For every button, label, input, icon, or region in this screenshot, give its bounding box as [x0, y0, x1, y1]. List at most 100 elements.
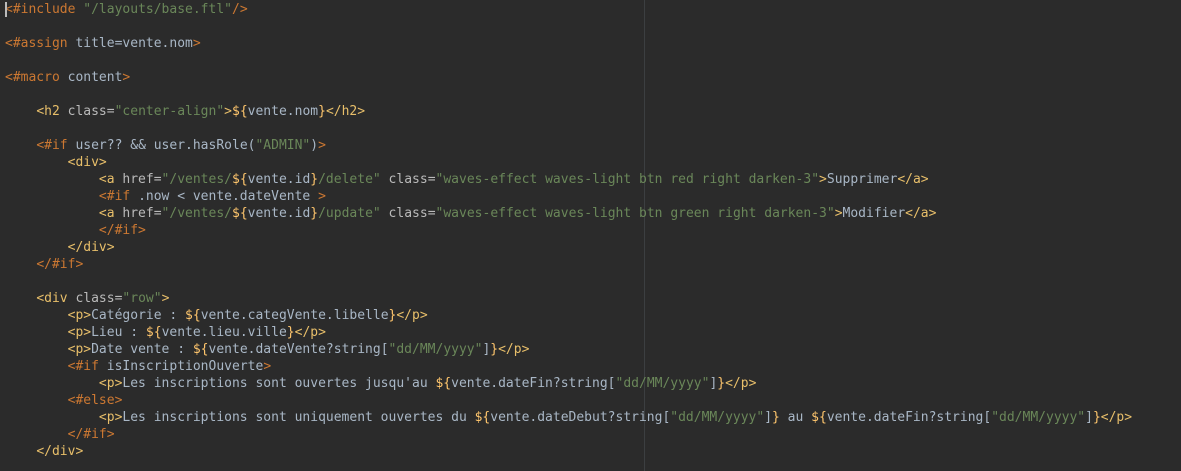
code-line[interactable]: </#if> — [5, 426, 1132, 443]
code-line[interactable]: <#else> — [5, 392, 1132, 409]
text-caret — [5, 2, 7, 17]
code-token: "dd/MM/yyyy" — [388, 342, 483, 357]
code-line[interactable] — [5, 273, 1132, 290]
code-token: ${ — [811, 410, 827, 425]
code-token: "dd/MM/yyyy" — [991, 410, 1086, 425]
code-token: > — [834, 206, 843, 221]
code-line[interactable]: <h2 class="center-align">${vente.nom}</h… — [5, 103, 1132, 120]
code-line[interactable]: <p>Date vente : ${vente.dateVente?string… — [5, 341, 1132, 358]
code-line[interactable]: <#macro content> — [5, 69, 1132, 86]
code-token: > — [122, 70, 131, 85]
code-line[interactable]: <p>Catégorie : ${vente.categVente.libell… — [5, 307, 1132, 324]
code-line[interactable]: <a href="/ventes/${vente.id}/update" cla… — [5, 205, 1132, 222]
code-token: class= — [380, 206, 436, 221]
code-token: ${ — [232, 104, 248, 119]
code-token: ] — [1085, 410, 1093, 425]
code-token: href= — [122, 172, 162, 187]
code-token: } — [772, 410, 780, 425]
code-token: Lieu : — [91, 325, 146, 340]
code-token: > — [318, 189, 326, 204]
code-token: </div> — [67, 240, 115, 255]
code-line[interactable]: </div> — [5, 239, 1132, 256]
code-token: title=vente.nom — [75, 36, 193, 51]
code-token: Modifier — [842, 206, 906, 221]
code-token: vente.nom — [247, 104, 319, 119]
code-token: <#include — [5, 2, 84, 17]
code-token: <p> — [67, 342, 92, 357]
code-token: } — [310, 206, 319, 221]
code-token: <#macro — [5, 70, 68, 85]
code-token: href= — [122, 206, 162, 221]
code-token: ) — [310, 138, 319, 153]
code-line[interactable]: <#if .now < vente.dateVente > — [5, 188, 1132, 205]
code-token: content — [67, 70, 123, 85]
code-token: Supprimer — [826, 172, 898, 187]
code-token: class= — [67, 104, 115, 119]
code-token: } — [1092, 410, 1101, 425]
code-editor[interactable]: <#include "/layouts/base.ftl"/> <#assign… — [0, 0, 1181, 471]
code-line[interactable]: <a href="/ventes/${vente.id}/delete" cla… — [5, 171, 1132, 188]
code-token: .now < vente.dateVente — [138, 189, 319, 204]
code-token: } — [318, 104, 326, 119]
code-token: "row" — [122, 291, 162, 306]
code-token: isInscriptionOuverte — [106, 359, 264, 374]
code-token: ] — [764, 410, 773, 425]
code-token: "waves-effect waves-light btn red right … — [435, 172, 820, 187]
code-token: </#if> — [98, 223, 146, 238]
code-line[interactable] — [5, 86, 1132, 103]
code-token: vente.dateFin?string[ — [451, 376, 616, 391]
code-line[interactable]: <div class="row"> — [5, 290, 1132, 307]
code-line[interactable]: <#assign title=vente.nom> — [5, 35, 1132, 52]
code-token: Date vente : — [91, 342, 193, 357]
code-token: > — [161, 291, 170, 306]
code-token: "dd/MM/yyyy" — [670, 410, 765, 425]
code-token: </p> — [1100, 410, 1133, 425]
code-line[interactable] — [5, 120, 1132, 137]
code-line[interactable]: </div> — [5, 443, 1132, 460]
code-token: ${ — [232, 172, 248, 187]
code-line[interactable]: <#if user?? && user.hasRole("ADMIN")> — [5, 137, 1132, 154]
code-token: <div — [36, 291, 76, 306]
code-token: <h2 — [36, 104, 68, 119]
code-line[interactable]: <#if isInscriptionOuverte> — [5, 358, 1132, 375]
code-line[interactable]: <div> — [5, 154, 1132, 171]
code-token: } — [286, 325, 295, 340]
code-line[interactable] — [5, 18, 1132, 35]
code-token: user?? && user.hasRole( — [75, 138, 256, 153]
code-token: vente.id — [247, 172, 311, 187]
code-token: /> — [232, 2, 248, 17]
code-token: vente.id — [247, 206, 311, 221]
code-area[interactable]: <#include "/layouts/base.ftl"/> <#assign… — [5, 1, 1132, 460]
code-line[interactable]: <p>Les inscriptions sont ouvertes jusqu'… — [5, 375, 1132, 392]
code-token: <a — [98, 206, 123, 221]
code-token: </#if> — [36, 257, 84, 272]
code-token: Les inscriptions sont ouvertes jusqu'au — [122, 376, 436, 391]
code-token: <p> — [67, 308, 92, 323]
code-line[interactable]: </#if> — [5, 256, 1132, 273]
code-token: vente.dateDebut?string[ — [490, 410, 671, 425]
code-line[interactable]: <p>Lieu : ${vente.lieu.ville}</p> — [5, 324, 1132, 341]
code-token: vente.dateFin?string[ — [826, 410, 992, 425]
code-line[interactable]: <#include "/layouts/base.ftl"/> — [5, 1, 1132, 18]
code-line[interactable] — [5, 52, 1132, 69]
code-line[interactable]: </#if> — [5, 222, 1132, 239]
code-line[interactable]: <p>Les inscriptions sont uniquement ouve… — [5, 409, 1132, 426]
code-token: "/layouts/base.ftl" — [83, 2, 232, 17]
code-token: /update" — [318, 206, 381, 221]
code-token: vente.dateVente?string[ — [208, 342, 389, 357]
code-token: Les inscriptions sont uniquement ouverte… — [122, 410, 475, 425]
code-token: <#else> — [67, 393, 123, 408]
code-token: ${ — [232, 206, 248, 221]
